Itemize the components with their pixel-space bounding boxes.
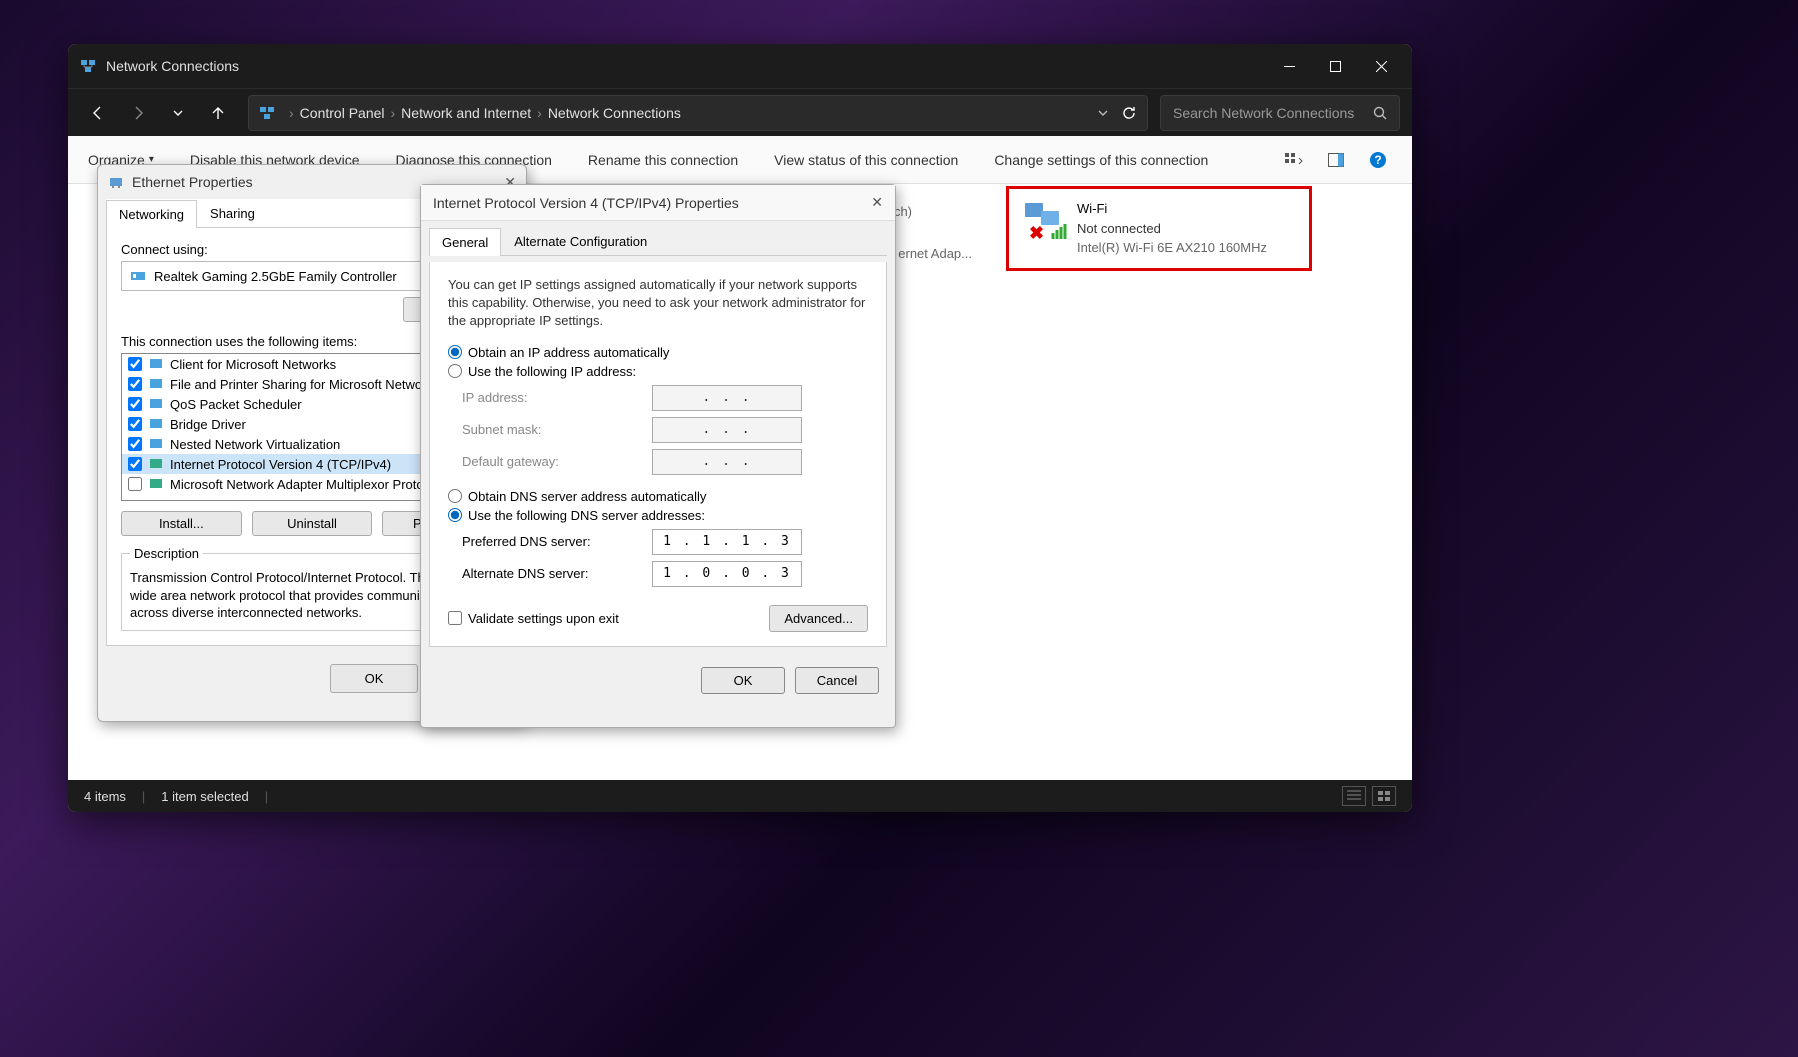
up-button[interactable]	[200, 95, 236, 131]
connection-status: Not connected	[1077, 219, 1267, 239]
statusbar: 4 items | 1 item selected |	[68, 780, 1412, 812]
protocol-icon	[148, 456, 164, 472]
chevron-down-icon[interactable]	[1097, 107, 1109, 119]
ok-button[interactable]: OK	[701, 667, 785, 694]
nic-icon	[130, 268, 146, 284]
protocol-icon	[148, 476, 164, 492]
validate-checkbox[interactable]	[448, 611, 462, 625]
maximize-button[interactable]	[1312, 44, 1358, 88]
ok-button[interactable]: OK	[330, 664, 418, 693]
forward-button[interactable]	[120, 95, 156, 131]
chevron-right-icon: ›	[289, 105, 294, 121]
chevron-right-icon: ›	[537, 105, 542, 121]
pref-dns-input[interactable]: 1 . 1 . 1 . 3	[652, 529, 802, 555]
validate-label: Validate settings upon exit	[468, 611, 619, 626]
selection-count: 1 item selected	[161, 789, 248, 804]
network-icon	[80, 58, 96, 74]
alt-dns-label: Alternate DNS server:	[462, 566, 652, 581]
pref-dns-label: Preferred DNS server:	[462, 534, 652, 549]
tab-general[interactable]: General	[429, 228, 501, 256]
help-button[interactable]: ?	[1364, 146, 1392, 174]
item-count: 4 items	[84, 789, 126, 804]
close-button[interactable]: ✕	[871, 194, 883, 211]
details-view-button[interactable]	[1342, 786, 1366, 806]
ip-address-label: IP address:	[462, 390, 652, 405]
dns-manual-radio[interactable]: Use the following DNS server addresses:	[448, 508, 868, 523]
tab-networking[interactable]: Networking	[106, 200, 197, 228]
breadcrumb-item[interactable]: Network Connections	[548, 105, 681, 121]
component-icon	[148, 416, 164, 432]
minimize-button[interactable]	[1266, 44, 1312, 88]
tab-alternate[interactable]: Alternate Configuration	[501, 227, 660, 255]
component-icon	[148, 356, 164, 372]
ip-manual-radio[interactable]: Use the following IP address:	[448, 364, 868, 379]
install-button[interactable]: Install...	[121, 511, 242, 536]
history-dropdown-button[interactable]	[160, 95, 196, 131]
search-placeholder: Search Network Connections	[1173, 105, 1373, 121]
alt-dns-input[interactable]: 1 . 0 . 0 . 3	[652, 561, 802, 587]
info-text: You can get IP settings assigned automat…	[448, 276, 868, 331]
subnet-label: Subnet mask:	[462, 422, 652, 437]
close-button[interactable]	[1358, 44, 1404, 88]
large-icons-view-button[interactable]	[1372, 786, 1396, 806]
rename-button[interactable]: Rename this connection	[588, 152, 738, 168]
dialog-title: Ethernet Properties	[132, 174, 253, 190]
wifi-connection-item[interactable]: ✖ Wi-Fi Not connected Intel(R) Wi-Fi 6E …	[1006, 186, 1312, 271]
svg-text:?: ?	[1374, 153, 1381, 167]
component-icon	[148, 376, 164, 392]
dialog-title: Internet Protocol Version 4 (TCP/IPv4) P…	[433, 195, 739, 211]
wifi-icon: ✖	[1019, 199, 1067, 247]
advanced-button[interactable]: Advanced...	[769, 605, 868, 632]
search-input[interactable]: Search Network Connections	[1160, 95, 1400, 131]
dialog-titlebar: Internet Protocol Version 4 (TCP/IPv4) P…	[421, 185, 895, 221]
gateway-input: . . .	[652, 449, 802, 475]
tab-sharing[interactable]: Sharing	[197, 199, 268, 227]
view-status-button[interactable]: View status of this connection	[774, 152, 958, 168]
gateway-label: Default gateway:	[462, 454, 652, 469]
breadcrumb-item[interactable]: Network and Internet	[401, 105, 531, 121]
folder-icon	[259, 105, 275, 121]
refresh-icon[interactable]	[1121, 105, 1137, 121]
ip-address-input: . . .	[652, 385, 802, 411]
ipv4-properties-dialog: Internet Protocol Version 4 (TCP/IPv4) P…	[420, 184, 896, 728]
navbar: › Control Panel › Network and Internet ›…	[68, 88, 1412, 136]
connection-name: Wi-Fi	[1077, 199, 1267, 219]
svg-text:✖: ✖	[1029, 223, 1044, 243]
chevron-right-icon: ›	[391, 105, 396, 121]
uninstall-button[interactable]: Uninstall	[252, 511, 373, 536]
window-title: Network Connections	[106, 58, 1266, 74]
titlebar: Network Connections	[68, 44, 1412, 88]
dns-auto-radio[interactable]: Obtain DNS server address automatically	[448, 489, 868, 504]
partial-adapter-text: ernet Adap...	[898, 246, 972, 261]
breadcrumb-item[interactable]: Control Panel	[300, 105, 385, 121]
component-icon	[148, 396, 164, 412]
back-button[interactable]	[80, 95, 116, 131]
search-icon	[1373, 106, 1387, 120]
change-settings-button[interactable]: Change settings of this connection	[994, 152, 1208, 168]
address-bar[interactable]: › Control Panel › Network and Internet ›…	[248, 95, 1148, 131]
ethernet-icon	[108, 174, 124, 190]
subnet-input: . . .	[652, 417, 802, 443]
connection-adapter: Intel(R) Wi-Fi 6E AX210 160MHz	[1077, 238, 1267, 258]
ip-auto-radio[interactable]: Obtain an IP address automatically	[448, 345, 868, 360]
view-options-button[interactable]	[1280, 146, 1308, 174]
cancel-button[interactable]: Cancel	[795, 667, 879, 694]
component-icon	[148, 436, 164, 452]
preview-pane-button[interactable]	[1322, 146, 1350, 174]
